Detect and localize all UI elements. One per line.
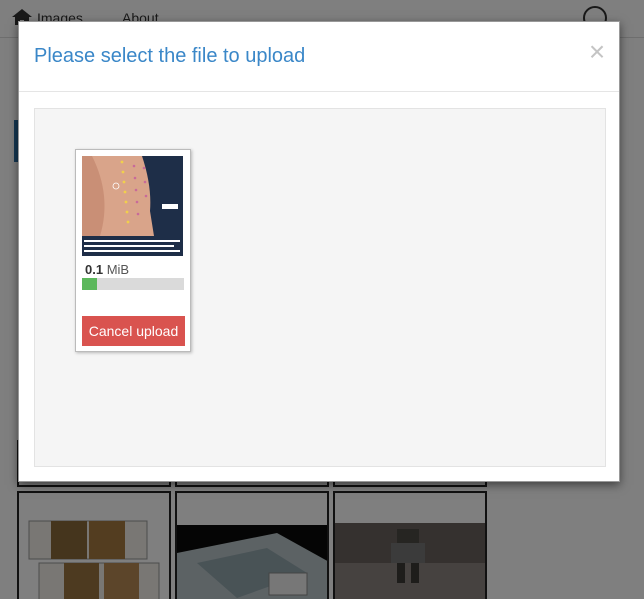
upload-drop-zone[interactable]: 0.1 MiB Cancel upload	[34, 108, 606, 467]
close-icon[interactable]: ×	[585, 38, 609, 66]
upload-progress-fill	[82, 278, 98, 290]
file-upload-item: 0.1 MiB Cancel upload	[75, 149, 191, 352]
file-size-value: 0.1	[85, 262, 104, 277]
file-size-label: 0.1 MiB	[85, 262, 129, 277]
upload-progress-bar	[82, 278, 184, 290]
upload-dialog: Please select the file to upload × 0.1 M…	[18, 21, 620, 482]
dialog-title: Please select the file to upload	[34, 45, 306, 67]
cancel-upload-button[interactable]: Cancel upload	[82, 316, 185, 346]
file-preview-image	[82, 156, 183, 256]
dialog-header: Please select the file to upload ×	[19, 22, 619, 92]
file-size-unit: MiB	[106, 262, 130, 277]
